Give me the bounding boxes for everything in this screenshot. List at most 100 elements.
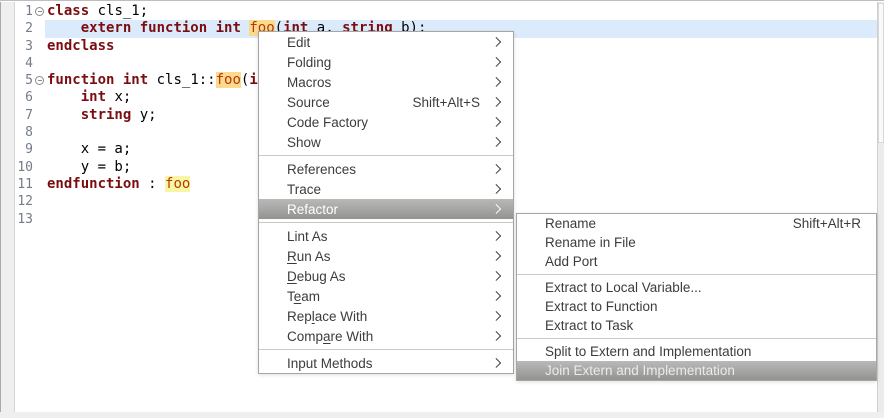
line-number: 8 [25,125,33,141]
menu-item-show[interactable]: Show [259,132,513,152]
folding-column [33,141,45,158]
menu-item-lint-as[interactable]: Lint As [259,226,513,246]
menu-item-shortcut: Shift+Alt+S [412,94,480,110]
context-menu: Edit Folding Macros Source Shift+Alt+S Code F… [258,31,514,374]
annotation-ruler[interactable] [0,2,15,418]
submenu-arrow-icon [484,112,502,132]
folding-column [33,3,45,20]
submenu-arrow-icon [484,286,502,306]
vertical-scrollbar[interactable] [877,2,884,418]
occurrence-highlight-token: foo [215,72,241,89]
menu-item-label: Compare With [287,328,374,344]
menu-separator [259,222,513,223]
code-token: y; [131,106,157,123]
menu-item-label: Team [287,288,321,304]
line-number: 12 [17,194,33,210]
menu-item-run-as[interactable]: Run As [259,246,513,266]
code-token: cls_1:: [148,72,216,89]
code-line-1[interactable]: 1 class cls_1; [17,3,877,20]
submenu-arrow-icon [484,179,502,199]
menu-item-add-port[interactable]: Add Port [517,252,876,271]
code-token: y = b; [47,158,132,175]
menu-item-label: Show [287,134,321,150]
folding-column [33,38,45,55]
menu-separator [517,338,876,339]
menu-item-label: Macros [287,74,332,90]
menu-separator [259,155,513,156]
line-number: 11 [17,176,33,192]
menu-item-compare-with[interactable]: Compare With [259,326,513,346]
submenu-arrow-icon [484,92,502,112]
menu-item-edit[interactable]: Edit [259,32,513,52]
menu-item-macros[interactable]: Macros [259,72,513,92]
menu-item-extract-to-task[interactable]: Extract to Task [517,316,876,335]
menu-item-join-extern-and-implementation[interactable]: Join Extern and Implementation [517,361,876,380]
menu-item-debug-as[interactable]: Debug As [259,266,513,286]
fold-collapse-icon[interactable] [35,7,44,16]
menu-item-trace[interactable]: Trace [259,179,513,199]
menu-item-code-factory[interactable]: Code Factory [259,112,513,132]
folding-column [33,176,45,193]
code-editor-window: 1 class cls_1; 2 extern function int foo(i… [0,0,884,418]
submenu-arrow-icon [484,246,502,266]
menu-item-input-methods[interactable]: Input Methods [259,353,513,373]
submenu-arrow-icon [484,199,502,219]
menu-item-source[interactable]: Source Shift+Alt+S [259,92,513,112]
menu-item-label: Rename in File [545,235,636,250]
keyword-token: endfunction [47,175,140,192]
submenu-arrow-icon [484,266,502,286]
submenu-arrow-icon [484,226,502,246]
line-number: 13 [17,211,33,227]
refactor-submenu: Rename Shift+Alt+R Rename in File Add Port E… [516,213,877,381]
menu-item-label: Rename [545,216,597,231]
menu-item-label: Extract to Function [545,299,658,314]
submenu-arrow-icon [484,132,502,152]
menu-item-split-to-extern-and-implementation[interactable]: Split to Extern and Implementation [517,342,876,361]
line-number: 2 [25,21,33,37]
submenu-arrow-icon [484,32,502,52]
menu-item-folding[interactable]: Folding [259,52,513,72]
menu-item-team[interactable]: Team [259,286,513,306]
line-number: 5 [25,73,33,89]
keyword-token: function [47,72,115,89]
menu-item-label: Extract to Local Variable... [545,280,702,295]
submenu-arrow-icon [484,72,502,92]
folding-column [33,107,45,124]
line-number: 9 [25,142,33,158]
code-token: x = a; [47,141,132,158]
menu-item-label: Refactor [287,201,339,217]
code-token: x; [106,89,132,106]
fold-collapse-icon[interactable] [35,76,44,86]
folding-column [33,20,45,37]
menu-item-label: Debug As [287,268,346,284]
menu-item-label: Lint As [287,228,328,244]
submenu-arrow-icon [484,326,502,346]
menu-item-extract-to-local-variable[interactable]: Extract to Local Variable... [517,278,876,297]
submenu-arrow-icon [484,52,502,72]
menu-item-replace-with[interactable]: Replace With [259,306,513,326]
menu-item-label: Source [287,94,330,110]
menu-item-label: Edit [287,34,311,50]
menu-item-references[interactable]: References [259,159,513,179]
occurrence-highlight-token: foo [165,175,191,192]
folding-column [33,89,45,106]
horizontal-scrollbar[interactable] [0,412,884,418]
keyword-token: extern [80,20,132,37]
menu-item-label: Split to Extern and Implementation [545,344,752,359]
folding-column [33,72,45,89]
vertical-scrollbar-thumb[interactable] [878,3,884,143]
menu-item-rename-in-file[interactable]: Rename in File [517,233,876,252]
keyword-token: function [139,20,208,37]
line-number: 4 [25,55,33,71]
folding-column [33,159,45,176]
folding-column [33,211,45,228]
menu-item-extract-to-function[interactable]: Extract to Function [517,297,876,316]
menu-item-rename[interactable]: Rename Shift+Alt+R [517,214,876,233]
menu-item-label: Replace With [287,308,368,324]
menu-item-refactor[interactable]: Refactor [259,199,513,219]
menu-item-label: Input Methods [287,355,373,371]
line-number: 3 [25,38,33,54]
